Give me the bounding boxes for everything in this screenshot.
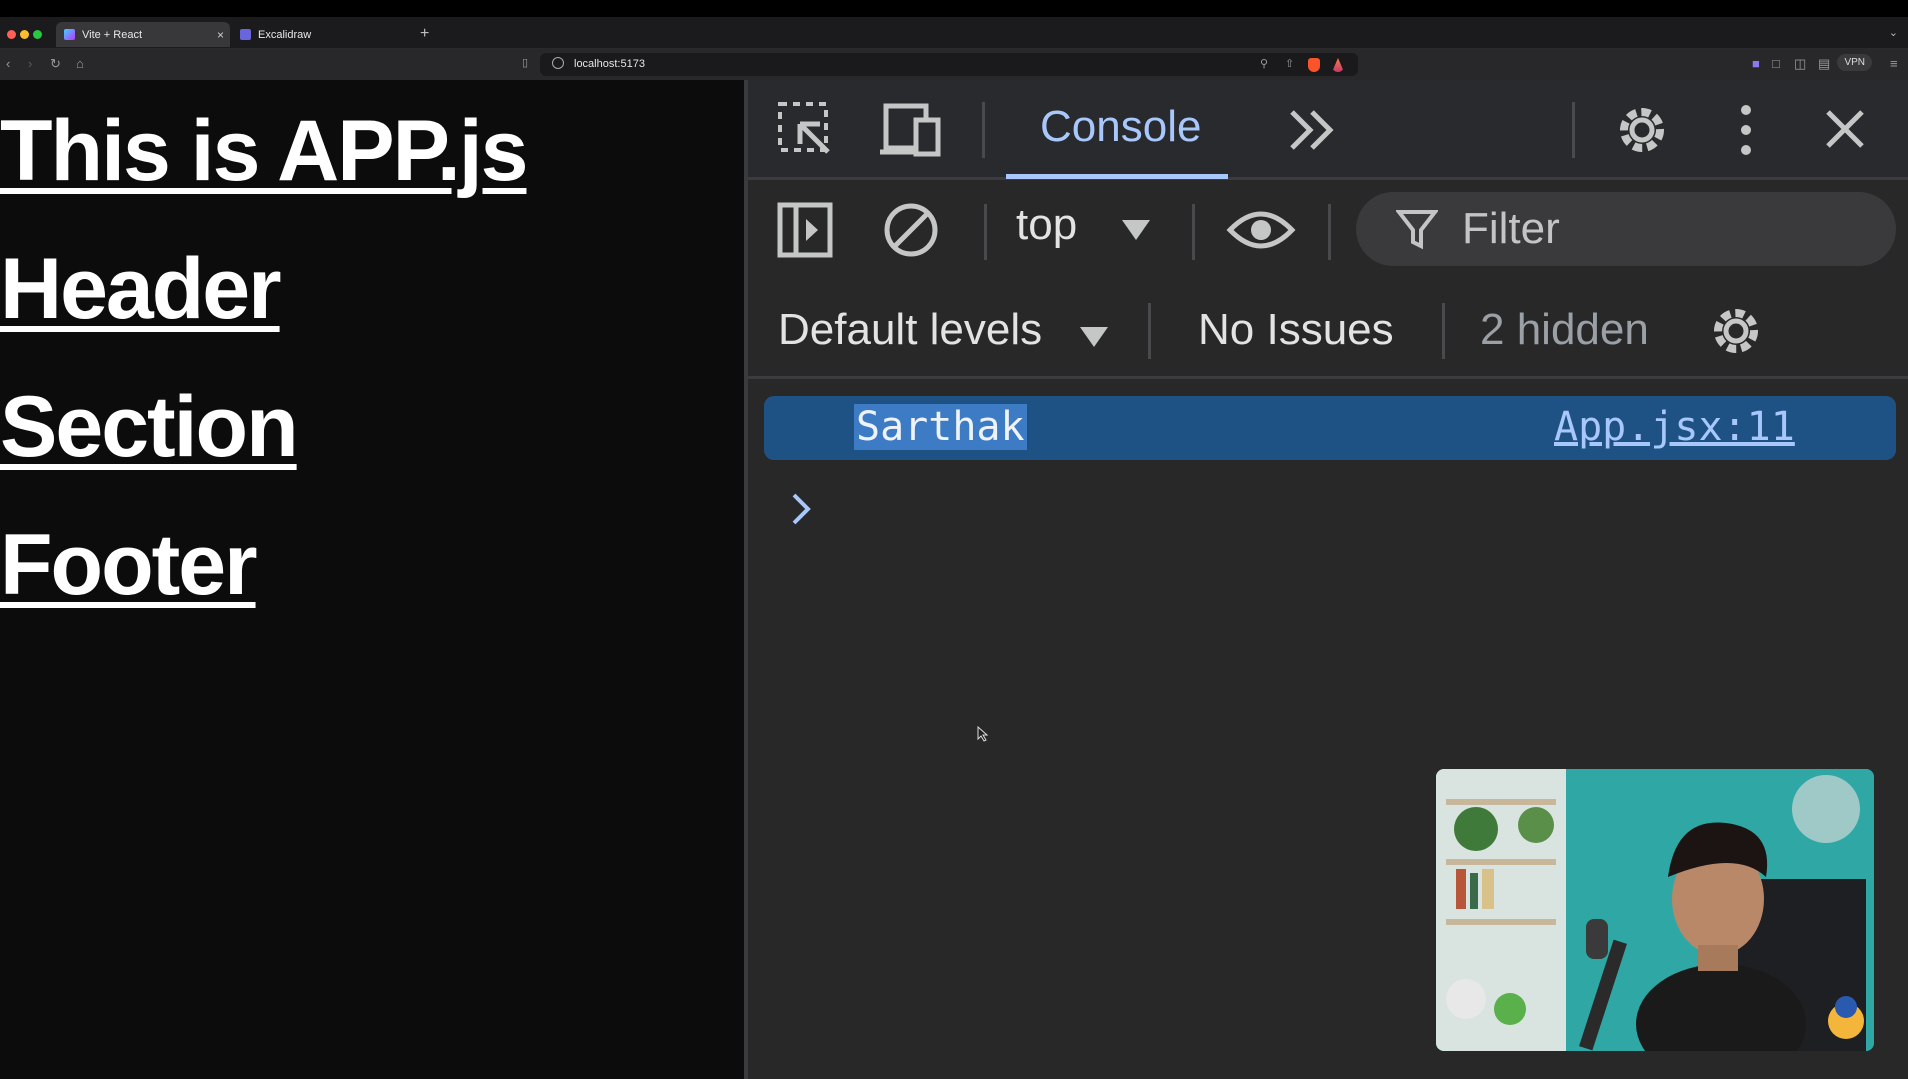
puzzle-icon[interactable]: □ xyxy=(1772,56,1780,71)
section-text: Section xyxy=(0,379,299,475)
browser-toolbar: ‹ › ↻ ⌂ ▯ localhost:5173 ⚲ ⇧ ■ □ ◫ ▤ VPN… xyxy=(0,49,1908,80)
share-icon[interactable]: ⇧ xyxy=(1285,57,1294,70)
site-info-icon[interactable] xyxy=(552,57,564,69)
toolbar-separator xyxy=(984,204,987,260)
devtools-main-toolbar: Console xyxy=(748,80,1908,180)
levels-chevron-down-icon[interactable] xyxy=(1078,325,1110,349)
menu-icon[interactable]: ≡ xyxy=(1890,56,1898,71)
tab-excalidraw[interactable]: Excalidraw xyxy=(232,22,412,47)
excalidraw-icon xyxy=(240,29,251,40)
live-expression-eye-icon[interactable] xyxy=(1226,204,1296,256)
extension-icon[interactable]: ■ xyxy=(1752,56,1760,71)
minimize-window-button[interactable] xyxy=(20,30,29,39)
close-devtools-icon[interactable] xyxy=(1822,106,1868,152)
tab-console[interactable]: Console xyxy=(1040,102,1201,152)
toolbar-separator xyxy=(982,102,985,158)
vite-icon xyxy=(64,29,75,40)
issues-count[interactable]: No Issues xyxy=(1198,305,1394,355)
chevron-down-icon[interactable] xyxy=(1120,218,1152,242)
sidebar-icon[interactable]: ◫ xyxy=(1794,56,1806,72)
brave-rewards-icon[interactable] xyxy=(1332,58,1344,72)
sidebar-toggle-icon[interactable] xyxy=(776,201,834,259)
log-source-link[interactable]: App.jsx:11 xyxy=(1554,404,1795,450)
wallet-icon[interactable]: ▤ xyxy=(1818,56,1830,72)
console-settings-bar: Default levels No Issues 2 hidden xyxy=(748,281,1908,379)
forward-icon[interactable]: › xyxy=(28,56,32,71)
new-tab-button[interactable]: + xyxy=(420,25,429,43)
footer-text: Footer xyxy=(0,517,258,613)
reload-icon[interactable]: ↻ xyxy=(50,56,61,72)
more-tabs-icon[interactable] xyxy=(1286,104,1338,156)
bookmark-icon[interactable]: ▯ xyxy=(522,56,528,69)
settings-gear-icon[interactable] xyxy=(1612,100,1672,160)
console-log-row[interactable]: Sarthak App.jsx:11 xyxy=(764,396,1896,460)
browser-tab-bar: Vite + React × Excalidraw + ⌄ xyxy=(0,17,1908,49)
url-text: localhost:5173 xyxy=(574,58,645,70)
toolbar-separator xyxy=(1442,303,1445,359)
inspect-element-icon[interactable] xyxy=(776,100,834,158)
home-icon[interactable]: ⌂ xyxy=(76,56,84,71)
brave-shields-icon[interactable] xyxy=(1308,58,1320,72)
more-options-icon[interactable] xyxy=(1734,102,1758,158)
filter-placeholder: Filter xyxy=(1462,204,1560,253)
app-title: This is APP.js xyxy=(0,103,528,199)
toolbar-separator xyxy=(1148,303,1151,359)
filter-icon xyxy=(1396,208,1438,250)
console-settings-gear-icon[interactable] xyxy=(1706,301,1766,361)
close-window-button[interactable] xyxy=(7,30,16,39)
log-message: Sarthak xyxy=(854,404,1027,450)
toolbar-separator xyxy=(1192,204,1195,260)
filter-input[interactable]: Filter xyxy=(1356,192,1896,266)
top-strip xyxy=(0,0,1908,17)
back-icon[interactable]: ‹ xyxy=(6,56,10,71)
header-text: Header xyxy=(0,241,282,337)
screen: Vite + React × Excalidraw + ⌄ ‹ › ↻ ⌂ ▯ … xyxy=(0,0,1908,1079)
console-prompt-chevron-icon[interactable] xyxy=(790,492,812,531)
maximize-window-button[interactable] xyxy=(33,30,42,39)
tab-vite-react[interactable]: Vite + React × xyxy=(56,22,230,47)
zoom-icon[interactable]: ⚲ xyxy=(1260,57,1268,70)
tabs-menu-icon[interactable]: ⌄ xyxy=(1889,26,1898,39)
toolbar-separator xyxy=(1572,102,1575,158)
mouse-cursor-icon xyxy=(977,725,989,747)
webcam-overlay xyxy=(1436,769,1874,1051)
clear-console-icon[interactable] xyxy=(882,201,940,259)
vpn-button[interactable]: VPN xyxy=(1837,54,1872,71)
address-bar[interactable]: localhost:5173 ⚲ ⇧ xyxy=(540,53,1358,76)
page-viewport: This is APP.js Header Section Footer xyxy=(0,80,744,1079)
log-levels-dropdown[interactable]: Default levels xyxy=(778,305,1042,355)
tab-title: Vite + React xyxy=(82,28,143,41)
tab-close-icon[interactable]: × xyxy=(217,28,224,42)
toolbar-separator xyxy=(1328,204,1331,260)
context-selector[interactable]: top xyxy=(1016,200,1077,250)
device-toolbar-icon[interactable] xyxy=(878,102,944,158)
active-tab-indicator xyxy=(1006,174,1228,179)
tab-title: Excalidraw xyxy=(258,28,312,41)
hidden-messages-count: 2 hidden xyxy=(1480,305,1649,354)
